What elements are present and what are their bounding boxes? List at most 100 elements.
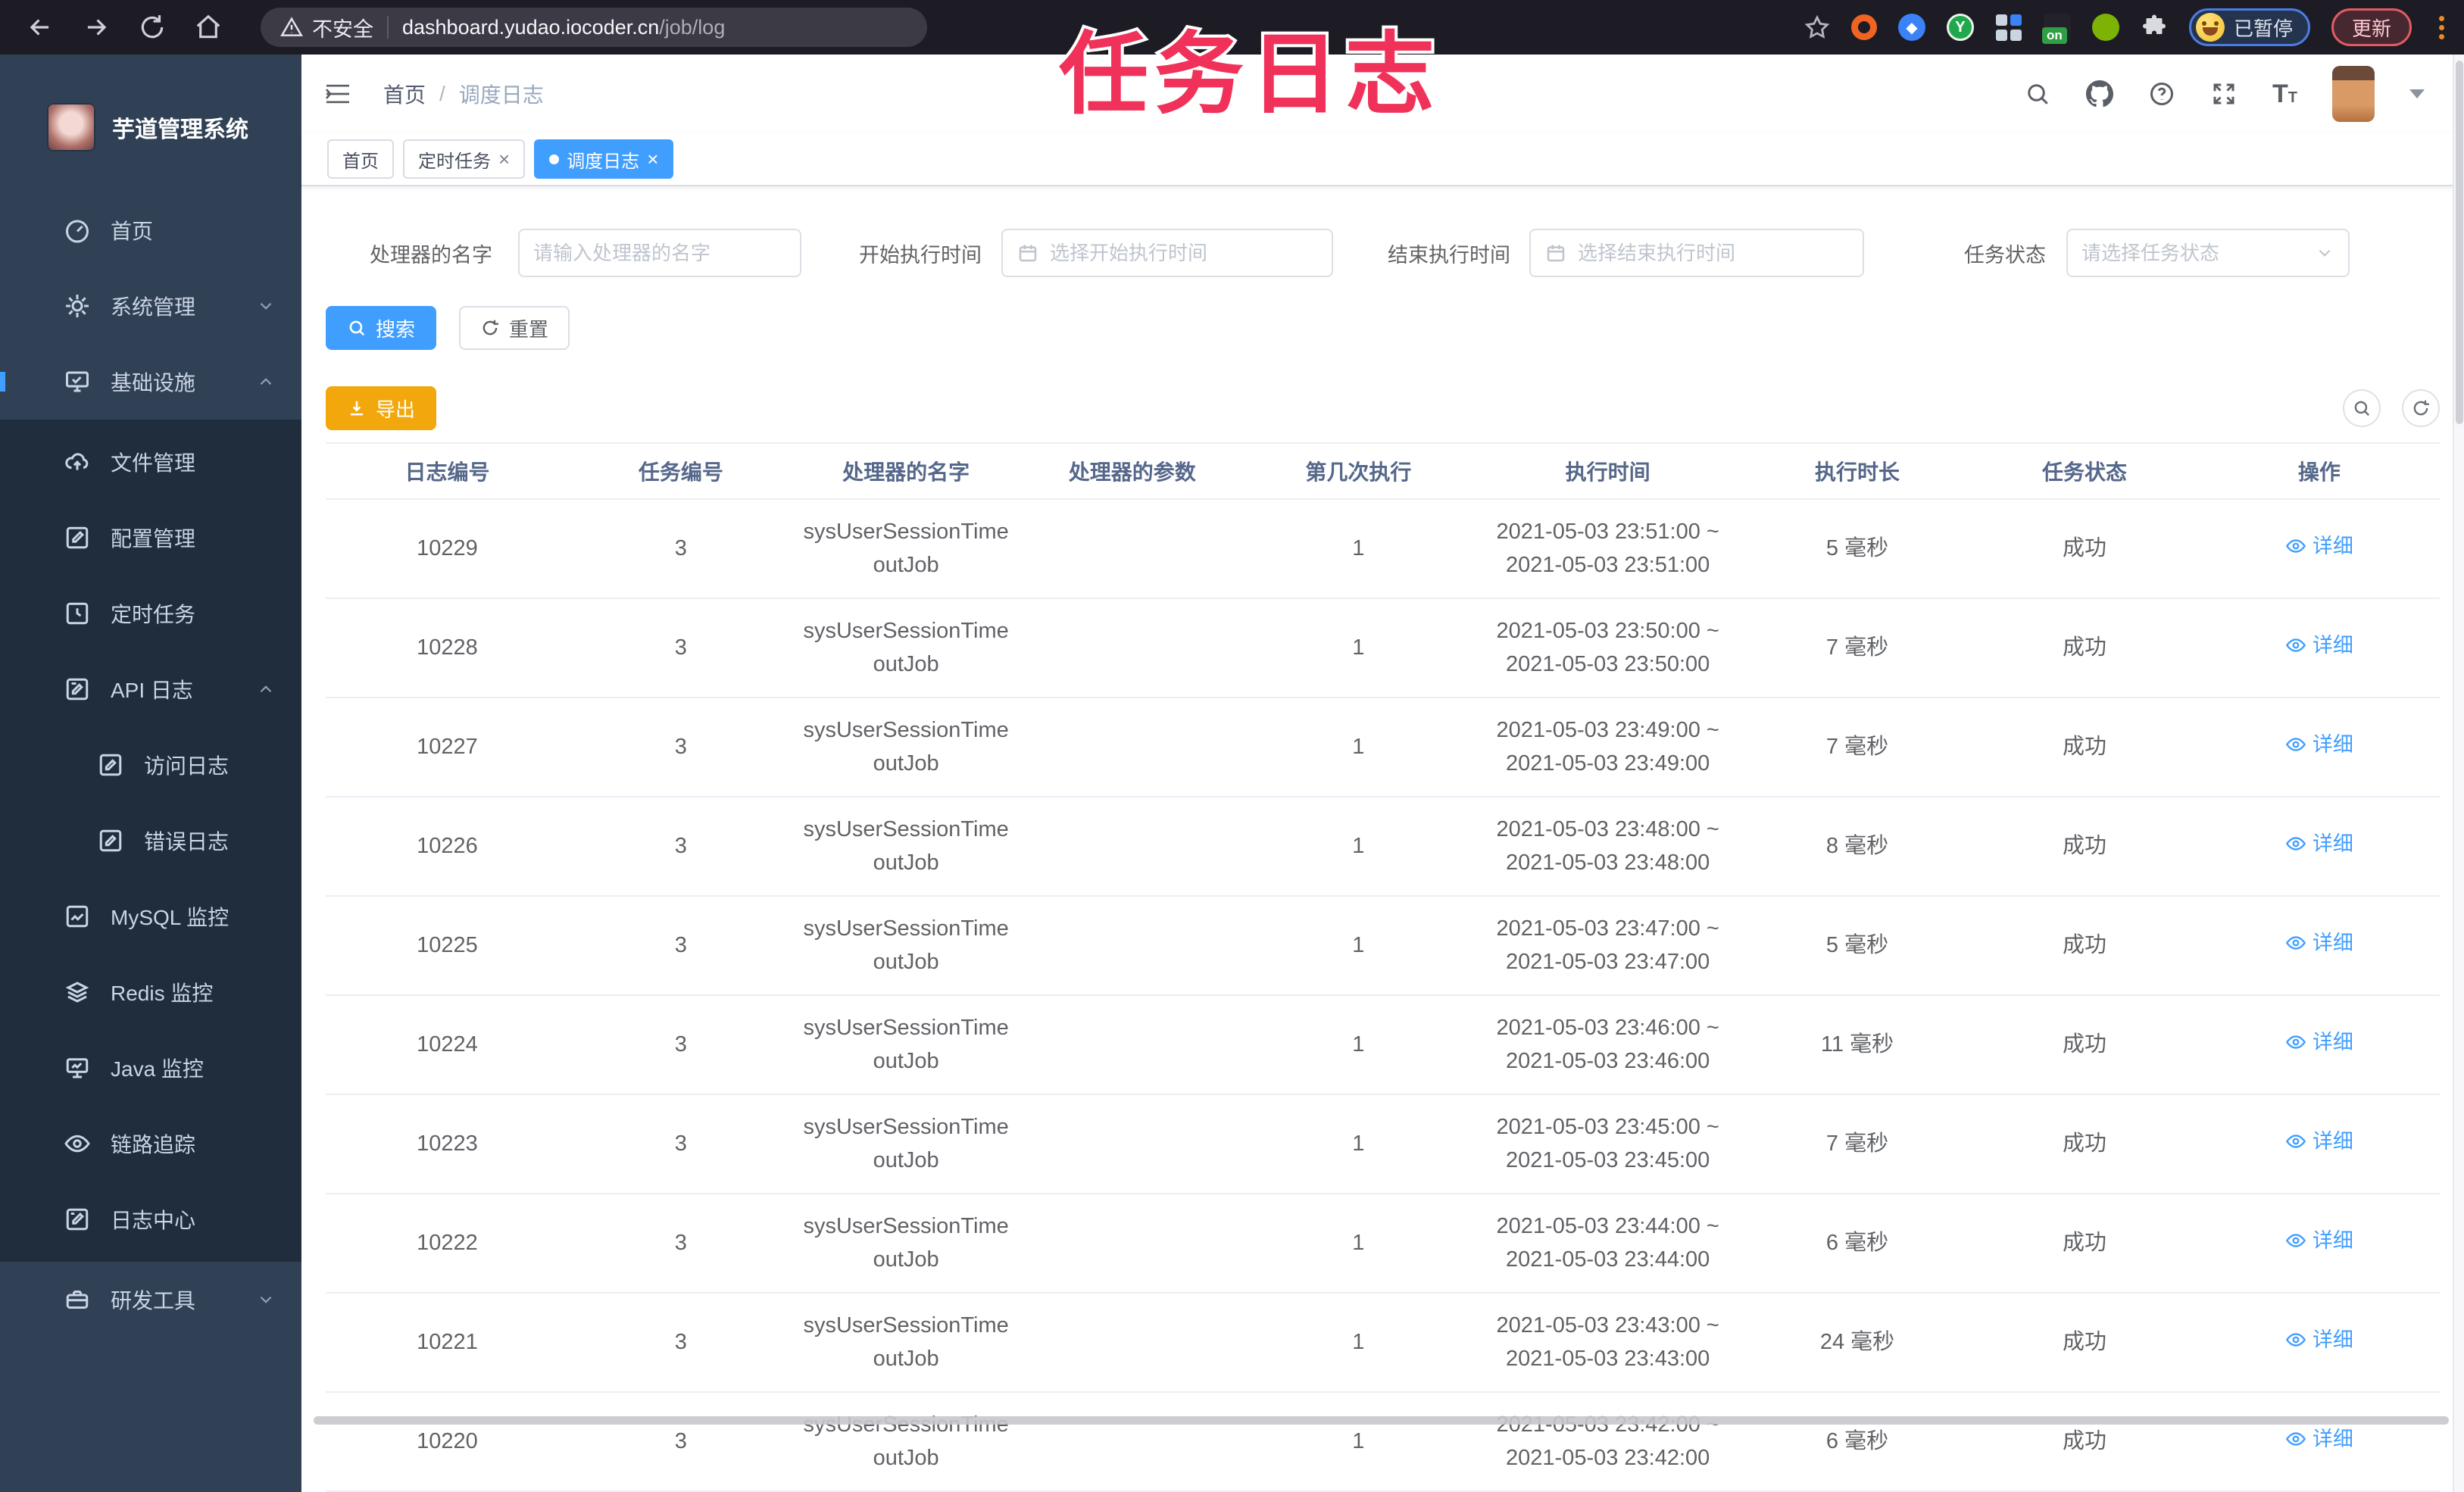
cell-duration: 8 毫秒 (1744, 797, 1971, 897)
url-bar[interactable]: 不安全 dashboard.yudao.iocoder.cn/job/log (261, 8, 927, 47)
avatar-caret-icon[interactable] (2409, 89, 2425, 98)
cell-actions: 详细 (2198, 1194, 2440, 1294)
cell-duration: 5 毫秒 (1744, 896, 1971, 996)
github-icon[interactable] (2086, 80, 2113, 108)
url-host: dashboard.yudao.iocoder.cn (402, 15, 660, 39)
extension-icon-green[interactable] (2091, 14, 2119, 41)
sidebar-item-access-log[interactable]: 访问日志 (0, 727, 301, 803)
insecure-warning-icon (280, 17, 303, 36)
cell-job-id: 3 (568, 598, 793, 698)
toggle-search-button[interactable] (2343, 389, 2381, 427)
sidebar-item-job[interactable]: 定时任务 (0, 576, 301, 651)
extension-icon-grid[interactable] (1995, 14, 2022, 41)
main-area: 首页 / 调度日志 TT 首页 定时任务 × 调度日志 × 处理器的名字 请输入… (301, 55, 2464, 1492)
detail-link[interactable]: 详细 (2285, 1225, 2353, 1256)
sidebar-item-config[interactable]: 配置管理 (0, 500, 301, 576)
detail-link[interactable]: 详细 (2285, 531, 2353, 562)
detail-link[interactable]: 详细 (2285, 1126, 2353, 1157)
sidebar-item-file[interactable]: 文件管理 (0, 424, 301, 500)
extension-icon-orange[interactable] (1850, 14, 1877, 40)
tag-job[interactable]: 定时任务 × (403, 139, 526, 179)
browser-menu-kebab-icon[interactable] (2433, 15, 2450, 39)
clock-icon (66, 602, 89, 625)
help-icon[interactable] (2148, 80, 2175, 108)
detail-link[interactable]: 详细 (2285, 829, 2353, 860)
tag-job-log-active[interactable]: 调度日志 × (534, 139, 674, 179)
breadcrumb-home[interactable]: 首页 (383, 79, 426, 109)
extension-icon-blue[interactable]: ◆ (1897, 14, 1925, 41)
export-button[interactable]: 导出 (326, 386, 437, 430)
extension-icon-on-badge[interactable]: on (2041, 14, 2071, 44)
detail-link[interactable]: 详细 (2285, 630, 2353, 661)
cell-exec-time: 2021-05-03 23:43:00 ~2021-05-03 23:43:00 (1471, 1293, 1744, 1393)
browser-back-icon[interactable] (26, 13, 55, 42)
sidebar-item-log-center[interactable]: 日志中心 (0, 1181, 301, 1257)
cell-log-id: 10224 (326, 995, 569, 1095)
sidebar-item-devtools[interactable]: 研发工具 (0, 1262, 301, 1337)
search-button[interactable]: 搜索 (326, 306, 437, 350)
handler-input[interactable] (518, 229, 801, 277)
refresh-table-button[interactable] (2402, 389, 2440, 427)
close-icon[interactable]: × (498, 149, 510, 169)
extensions-puzzle-icon[interactable] (2141, 14, 2168, 41)
font-size-icon[interactable]: TT (2272, 81, 2297, 107)
browser-forward-icon[interactable] (82, 13, 111, 42)
page-scrollbar[interactable] (2453, 55, 2464, 1492)
end-time-input[interactable] (1529, 229, 1864, 277)
search-icon[interactable] (2024, 80, 2051, 108)
table-toolbar-row: 导出 (326, 386, 2440, 430)
detail-link[interactable]: 详细 (2285, 928, 2353, 959)
col-exec-index: 第几次执行 (1245, 443, 1472, 500)
detail-link[interactable]: 详细 (2285, 1325, 2353, 1356)
user-avatar[interactable] (2332, 66, 2375, 122)
sidebar-item-error-log[interactable]: 错误日志 (0, 803, 301, 879)
detail-link[interactable]: 详细 (2285, 729, 2353, 760)
sidebar-item-java[interactable]: Java 监控 (0, 1030, 301, 1106)
browser-update-button[interactable]: 更新 (2331, 8, 2412, 46)
tag-home[interactable]: 首页 (327, 139, 394, 179)
cell-actions: 详细 (2198, 1293, 2440, 1393)
cloud-upload-icon (65, 453, 89, 470)
sidebar-item-infra[interactable]: 基础设施 (0, 344, 301, 420)
extension-icon-green-y[interactable]: Y (1946, 14, 1974, 41)
reset-button[interactable]: 重置 (459, 306, 570, 350)
sidebar-item-system[interactable]: 系统管理 (0, 268, 301, 344)
eye-icon (2285, 1333, 2306, 1347)
sidebar-collapse-icon[interactable] (323, 79, 353, 109)
cell-exec-time: 2021-05-03 23:50:00 ~2021-05-03 23:50:00 (1471, 598, 1744, 698)
layers-icon (65, 982, 89, 1003)
end-time-field[interactable] (1578, 241, 1849, 265)
sidebar-item-trace[interactable]: 链路追踪 (0, 1106, 301, 1181)
page-scrollbar-thumb[interactable] (2456, 61, 2463, 424)
handler-input-field[interactable] (533, 241, 786, 265)
browser-refresh-icon[interactable] (138, 13, 167, 42)
sidebar-item-redis[interactable]: Redis 监控 (0, 954, 301, 1030)
sidebar-item-api-log[interactable]: API 日志 (0, 651, 301, 727)
detail-link[interactable]: 详细 (2285, 1027, 2353, 1058)
horizontal-scrollbar-thumb[interactable] (314, 1416, 2449, 1425)
fullscreen-icon[interactable] (2210, 80, 2238, 108)
profile-paused-pill[interactable]: 已暂停 (2188, 8, 2310, 46)
sidebar-logo[interactable]: 芋道管理系统 (0, 55, 301, 192)
begin-time-input[interactable] (1001, 229, 1333, 277)
cell-exec-time: 2021-05-03 23:47:00 ~2021-05-03 23:47:00 (1471, 896, 1744, 996)
col-actions: 操作 (2198, 443, 2440, 500)
cell-handler: sysUserSessionTimeoutJob (792, 1392, 1020, 1492)
log-edit-icon (99, 829, 122, 852)
status-select-field[interactable] (2081, 241, 2309, 265)
cell-handler: sysUserSessionTimeoutJob (792, 1194, 1020, 1294)
calendar-icon (1547, 245, 1565, 262)
col-handler: 处理器的名字 (792, 443, 1020, 500)
bookmark-star-icon[interactable] (1804, 14, 1830, 40)
detail-link[interactable]: 详细 (2285, 1424, 2353, 1455)
breadcrumb-separator: / (439, 82, 445, 105)
status-select[interactable] (2066, 229, 2350, 277)
cell-exec-index: 1 (1245, 1392, 1472, 1492)
close-icon[interactable]: × (647, 149, 658, 169)
browser-home-icon[interactable] (194, 13, 223, 42)
sidebar-item-mysql[interactable]: MySQL 监控 (0, 879, 301, 954)
begin-time-field[interactable] (1050, 241, 1318, 265)
sidebar-item-home[interactable]: 首页 (0, 192, 301, 268)
breadcrumb-current: 调度日志 (458, 83, 544, 107)
cell-param (1019, 896, 1246, 996)
